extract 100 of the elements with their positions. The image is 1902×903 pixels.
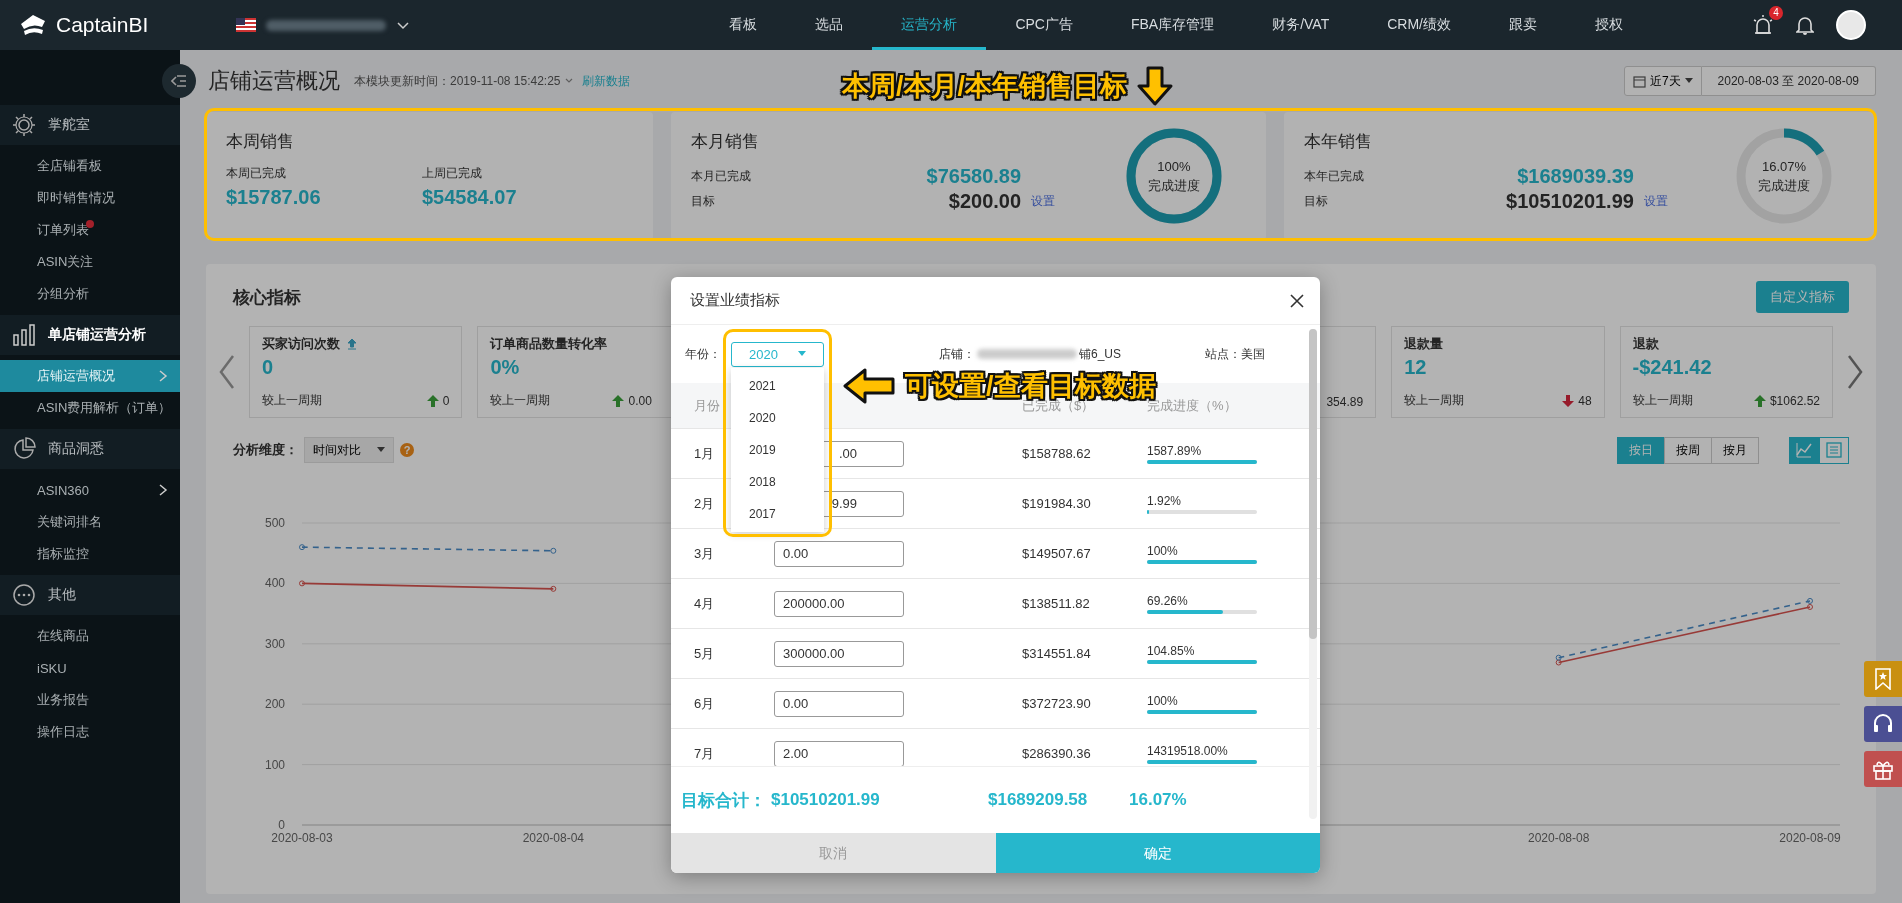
menu-item[interactable]: iSKU xyxy=(0,652,180,684)
granularity-tab[interactable]: 按月 xyxy=(1711,436,1759,464)
set-target-link[interactable]: 设置 xyxy=(1643,193,1668,210)
captain-hat-icon xyxy=(18,12,48,38)
progress-percent: 16.07% xyxy=(1761,157,1807,176)
nav-tab[interactable]: FBA库存管理 xyxy=(1101,0,1244,50)
axis-tick-label: 100 xyxy=(264,757,285,772)
set-target-link[interactable]: 设置 xyxy=(1031,193,1056,210)
menu-item[interactable]: 订单列表 xyxy=(0,214,180,246)
menu-item[interactable]: ASIN费用解析（订单） xyxy=(0,392,180,424)
chevron-right-icon[interactable] xyxy=(1845,354,1865,390)
target-input[interactable]: 300000.00 xyxy=(774,640,904,667)
column-header: 月份 xyxy=(694,396,721,415)
menu-item[interactable]: 指标监控 xyxy=(0,538,180,570)
target-input[interactable]: 0.00 xyxy=(774,690,904,717)
dimension-select[interactable]: 时间对比 xyxy=(304,437,394,463)
nav-tab[interactable]: 看板 xyxy=(700,0,787,50)
menu-item[interactable]: 在线商品 xyxy=(0,620,180,652)
menu-item[interactable]: 关键词排名 xyxy=(0,506,180,538)
dimension-label: 分析维度： xyxy=(233,441,298,459)
collapse-sidebar-button[interactable] xyxy=(162,64,196,98)
table-icon xyxy=(1826,442,1842,458)
menu-item[interactable]: 即时销售情况 xyxy=(0,182,180,214)
section-title: 核心指标 xyxy=(233,286,301,309)
target-input[interactable]: 0.00 xyxy=(774,540,904,567)
granularity-tab[interactable]: 按周 xyxy=(1664,436,1712,464)
nav-tab[interactable]: 运营分析 xyxy=(872,0,987,50)
menu-item[interactable]: 操作日志 xyxy=(0,716,180,748)
nav-tab[interactable]: 财务/VAT xyxy=(1243,0,1359,50)
dropdown-option[interactable]: 2020 xyxy=(731,402,824,434)
date-range-field[interactable]: 2020-08-03 至 2020-08-09 xyxy=(1701,66,1876,96)
target-input[interactable]: 2.00 xyxy=(774,740,904,766)
menu-item[interactable]: 全店铺看板 xyxy=(0,150,180,182)
menu-group-header[interactable]: 其他 xyxy=(0,575,180,615)
stat-label: 上周已完成 xyxy=(422,165,483,182)
gift-button[interactable] xyxy=(1864,751,1902,787)
chevron-left-icon[interactable] xyxy=(217,354,237,390)
target-input[interactable]: 200000.00 xyxy=(774,590,904,617)
logo-text: CaptainBI xyxy=(56,13,149,37)
range-preset-dropdown[interactable]: 近7天 xyxy=(1623,66,1702,96)
month-cell: 5月 xyxy=(694,644,715,663)
stat-value: $54584.07 xyxy=(422,186,518,209)
completion-progress: 1587.89% xyxy=(1147,443,1257,464)
line-chart-icon xyxy=(1796,442,1812,458)
bookmark-button[interactable] xyxy=(1864,661,1902,697)
menu-item[interactable]: 店铺运营概况 xyxy=(0,360,180,392)
stat-label: 本年已完成 xyxy=(1303,168,1365,185)
menu-item-label: 分组分析 xyxy=(37,285,89,303)
bookmark-star-icon xyxy=(1874,668,1892,690)
page-title: 店铺运营概况 xyxy=(208,67,340,95)
menu-group-label: 其他 xyxy=(48,586,76,604)
nav-tab[interactable]: 授权 xyxy=(1566,0,1652,50)
nav-tab[interactable]: 跟卖 xyxy=(1480,0,1566,50)
stat-label: 本周已完成 xyxy=(226,165,287,182)
compare-label: 较上一周期 xyxy=(262,392,322,409)
us-flag-icon xyxy=(236,18,256,32)
metric-change: 48 xyxy=(1578,393,1592,408)
modal-title: 设置业绩指标 xyxy=(690,291,780,310)
callout-text: 本周/本月/本年销售目标 xyxy=(842,70,1127,103)
nav-tab[interactable]: CPC广告 xyxy=(986,0,1102,50)
more-icon xyxy=(12,583,36,607)
done-cell-text: $158788.62 xyxy=(1022,446,1092,461)
menu-group-header[interactable]: 单店铺运营分析 xyxy=(0,315,180,355)
compare-label: 较上一周期 xyxy=(1404,392,1465,409)
menu-item[interactable]: 业务报告 xyxy=(0,684,180,716)
nav-tab[interactable]: CRM/绩效 xyxy=(1358,0,1480,50)
dropdown-option[interactable]: 2021 xyxy=(731,370,824,402)
metric-change: 0 xyxy=(442,393,450,408)
caret-down-icon xyxy=(377,447,385,453)
month-cell: 7月 xyxy=(694,744,715,763)
nav-tab[interactable]: 选品 xyxy=(786,0,873,50)
menu-item[interactable]: ASIN关注 xyxy=(0,246,180,278)
axis-tick-label: 0 xyxy=(278,818,285,832)
card-title: 本周销售 xyxy=(226,131,295,153)
notification-badge: 4 xyxy=(1769,6,1783,20)
close-icon[interactable] xyxy=(1290,293,1304,308)
support-button[interactable] xyxy=(1864,706,1902,742)
done-cell-text: $286390.36 xyxy=(1022,746,1092,761)
completion-progress: 1.92% xyxy=(1147,493,1257,514)
menu-item[interactable]: 分组分析 xyxy=(0,278,180,310)
metric-value: 0 xyxy=(262,356,275,380)
menu-group-header[interactable]: 商品洞悉 xyxy=(0,429,180,469)
compare-label: 较上一周期 xyxy=(490,392,551,409)
menu-item[interactable]: ASIN360 xyxy=(0,474,180,506)
update-time: 本模块更新时间：2019-11-08 15:42:25 xyxy=(354,72,561,90)
caret-down-icon xyxy=(797,351,806,357)
target-value: $10510201.99 xyxy=(1505,190,1634,213)
stat-value: $76580.89 xyxy=(925,165,1022,188)
menu-item-label: iSKU xyxy=(37,660,67,676)
store-label: 店铺： xyxy=(939,345,975,363)
view-toggle-button[interactable] xyxy=(1819,436,1849,464)
metric-title: 订单商品数量转化率 xyxy=(490,335,608,353)
axis-tick-label: 500 xyxy=(264,516,285,530)
menu-group-header[interactable]: 掌舵室 xyxy=(0,105,180,145)
store-name: 铺6_US xyxy=(1079,345,1122,363)
stat-value: $1689039.39 xyxy=(1516,165,1634,188)
view-toggle-button[interactable] xyxy=(1789,436,1819,464)
completion-progress: 100% xyxy=(1147,543,1257,564)
menu-group-label: 单店铺运营分析 xyxy=(48,326,146,344)
menu-group-label: 商品洞悉 xyxy=(48,440,104,458)
